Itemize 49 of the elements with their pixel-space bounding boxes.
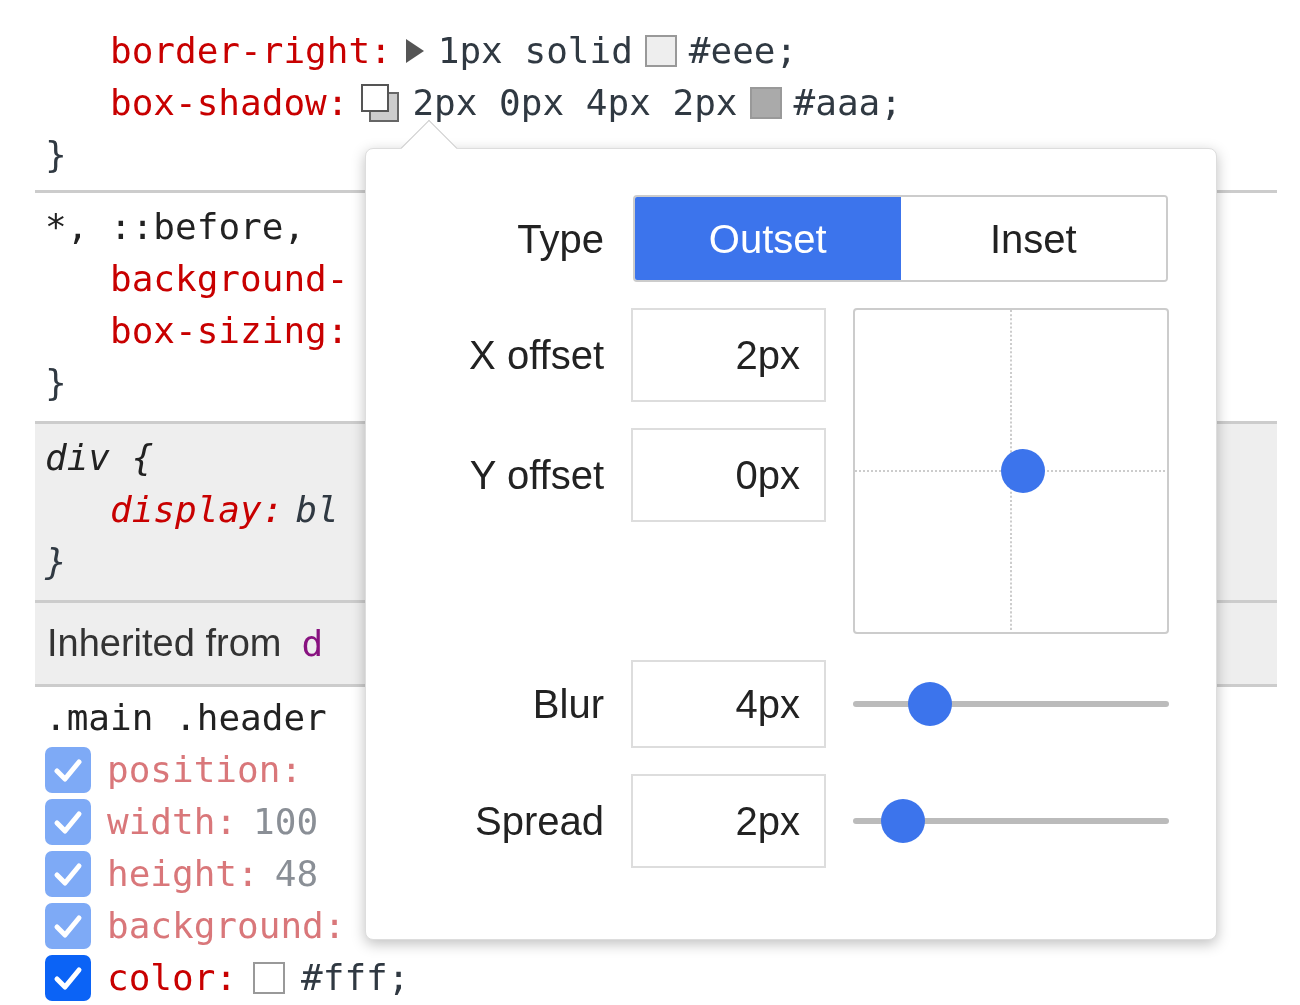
inherited-label: Inherited from [47,621,282,666]
value-input[interactable]: 2px [631,774,826,868]
value-input[interactable]: 0px [631,428,826,522]
property-name: height: [107,852,259,896]
rule-selector: .main .header [45,696,327,740]
closing-brace: } [45,133,67,177]
slider-thumb[interactable] [908,682,953,726]
property-name: display: [110,488,284,532]
property-value: 2px 0px 4px 2px [412,81,738,125]
property-name: background- [110,257,349,301]
property-name: position: [107,748,303,792]
property-name: width: [107,800,238,844]
checkbox[interactable] [45,799,91,845]
property-value: 1px solid [437,29,633,73]
value-input[interactable]: 2px [631,308,826,402]
checkbox[interactable] [45,955,91,1001]
type-label: Type [516,215,604,263]
property-value: 48 [274,852,319,896]
checkbox[interactable] [45,851,91,897]
rule-selector: *, ::before, [45,205,306,249]
color-swatch[interactable] [749,87,782,119]
property-value: #eee; [688,29,798,73]
color-swatch[interactable] [253,962,286,994]
offset-handle[interactable] [1001,449,1046,493]
color-swatch[interactable] [644,35,677,67]
property-name: color: [107,956,238,1000]
field-label: Blur [531,681,604,728]
closing-brace: } [45,361,67,405]
property-name: background: [107,904,346,948]
element-link[interactable]: d [301,616,324,671]
property-value: 100 [253,800,319,844]
field-label: Y offset [468,452,604,499]
expand-triangle-icon[interactable] [403,37,426,65]
slider-thumb[interactable] [880,799,925,843]
property-name: border-right: [110,29,392,73]
closing-brace: } [45,540,67,584]
field-label: X offset [468,332,604,379]
property-value: bl [295,488,339,532]
property-name: box-shadow: [110,81,349,125]
field-label: Spread [474,798,604,845]
property-value: #fff; [301,956,410,1000]
property-name: box-sizing: [110,309,349,353]
shadow-type-tab[interactable]: Outset [635,197,901,280]
checkbox[interactable] [45,747,91,793]
shadow-editor-icon[interactable] [360,83,401,123]
rule-selector: div { [45,436,154,480]
property-value: #aaa; [793,81,902,125]
value-input[interactable]: 4px [631,660,826,748]
checkbox[interactable] [45,903,91,949]
